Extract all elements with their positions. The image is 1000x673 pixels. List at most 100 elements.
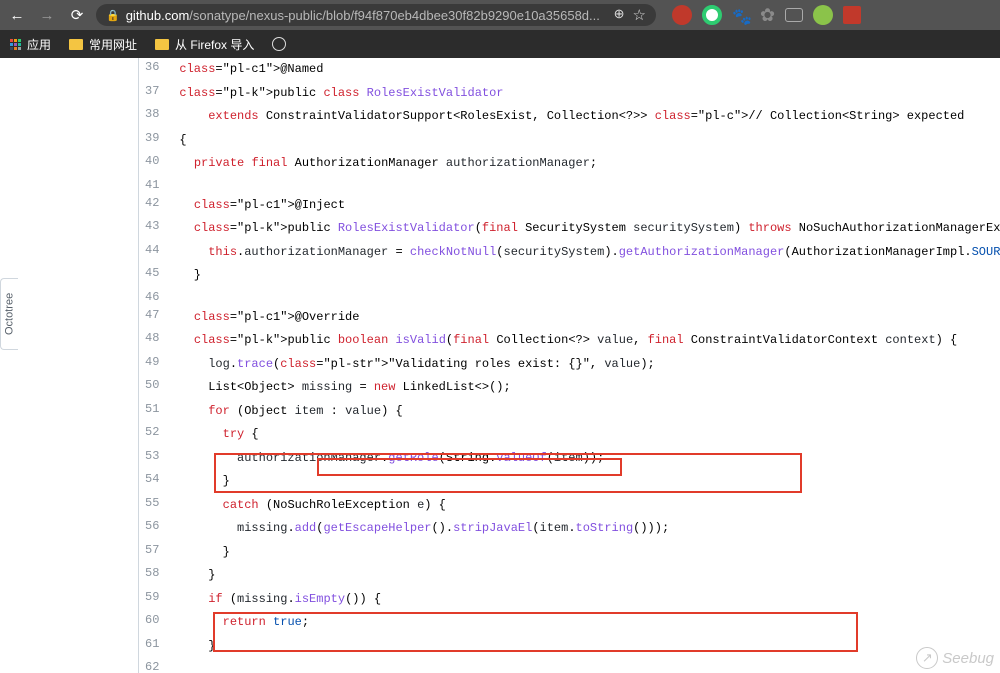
line-number[interactable]: 58 <box>139 564 169 588</box>
line-number[interactable]: 43 <box>139 217 169 241</box>
code-line: 60 return true; <box>139 611 1000 635</box>
code-view: 36class="pl-c1">@Named37 class="pl-k">pub… <box>138 58 1000 673</box>
line-code: for (Object item : value) { <box>169 400 1000 424</box>
code-line: 38 extends ConstraintValidatorSupport<Ro… <box>139 105 1000 129</box>
extension-icons: 🐾 ✿ <box>672 5 861 26</box>
line-code: class="pl-c1">@Override <box>169 306 1000 330</box>
line-number[interactable]: 45 <box>139 264 169 288</box>
code-line: 48 class="pl-k">public boolean isValid(f… <box>139 329 1000 353</box>
line-code: } <box>169 264 1000 288</box>
url-domain: github.com <box>126 8 190 23</box>
line-number[interactable]: 46 <box>139 288 169 306</box>
ext-icon-1[interactable] <box>672 5 692 25</box>
url-path: /sonatype/nexus-public/blob/f94f870eb4db… <box>189 8 600 23</box>
ext-icon-6[interactable] <box>813 5 833 25</box>
bookmark-globe[interactable] <box>272 37 286 51</box>
code-line: 42 class="pl-c1">@Inject <box>139 194 1000 218</box>
url-actions: ⊕ ☆ <box>614 6 646 24</box>
reload-icon[interactable]: ⟳ <box>66 6 88 24</box>
watermark-text: Seebug <box>942 650 994 667</box>
code-line: 52 try { <box>139 423 1000 447</box>
code-line: 56 missing.add(getEscapeHelper().stripJa… <box>139 517 1000 541</box>
bookmark-folder-firefox[interactable]: 从 Firefox 导入 <box>155 36 254 53</box>
ext-icon-2[interactable] <box>702 5 722 25</box>
line-number[interactable]: 48 <box>139 329 169 353</box>
code-line: 47 class="pl-c1">@Override <box>139 306 1000 330</box>
line-number[interactable]: 54 <box>139 470 169 494</box>
bookmark-apps[interactable]: 应用 <box>10 36 51 53</box>
url-bar[interactable]: 🔒 github.com/sonatype/nexus-public/blob/… <box>96 4 656 26</box>
line-code: } <box>169 564 1000 588</box>
code-line: 39{ <box>139 129 1000 153</box>
line-number[interactable]: 44 <box>139 241 169 265</box>
code-line: 53 authorizationManager.getRole(String.v… <box>139 447 1000 471</box>
line-number[interactable]: 36 <box>139 58 169 82</box>
line-number[interactable]: 47 <box>139 306 169 330</box>
code-table: 36class="pl-c1">@Named37 class="pl-k">pub… <box>139 58 1000 673</box>
line-number[interactable]: 49 <box>139 353 169 377</box>
line-number[interactable]: 41 <box>139 176 169 194</box>
ext-icon-3[interactable]: 🐾 <box>732 7 750 23</box>
line-number[interactable]: 53 <box>139 447 169 471</box>
line-number[interactable]: 60 <box>139 611 169 635</box>
watermark: ↗ Seebug <box>916 647 994 669</box>
bookmark-star-icon[interactable]: ☆ <box>633 6 646 24</box>
code-line: 45 } <box>139 264 1000 288</box>
line-code: List<Object> missing = new LinkedList<>(… <box>169 376 1000 400</box>
code-line: 51 for (Object item : value) { <box>139 400 1000 424</box>
line-code <box>169 176 1000 194</box>
code-line: 36class="pl-c1">@Named <box>139 58 1000 82</box>
code-line: 59 if (missing.isEmpty()) { <box>139 588 1000 612</box>
line-number[interactable]: 55 <box>139 494 169 518</box>
globe-icon <box>272 37 286 51</box>
line-number[interactable]: 62 <box>139 658 169 673</box>
watermark-icon: ↗ <box>916 647 938 669</box>
ext-icon-5[interactable] <box>785 8 803 22</box>
code-line: 61 } <box>139 635 1000 659</box>
octotree-toggle[interactable]: Octotree <box>0 278 18 350</box>
line-number[interactable]: 57 <box>139 541 169 565</box>
code-line: 55 catch (NoSuchRoleException e) { <box>139 494 1000 518</box>
line-number[interactable]: 38 <box>139 105 169 129</box>
line-code: catch (NoSuchRoleException e) { <box>169 494 1000 518</box>
code-line: 43 class="pl-k">public RolesExistValidat… <box>139 217 1000 241</box>
line-number[interactable]: 39 <box>139 129 169 153</box>
line-code: this.authorizationManager = checkNotNull… <box>169 241 1000 265</box>
ext-icon-4[interactable]: ✿ <box>760 5 775 26</box>
line-code <box>169 288 1000 306</box>
line-number[interactable]: 40 <box>139 152 169 176</box>
line-code <box>169 658 1000 673</box>
forward-icon[interactable]: → <box>36 7 58 24</box>
line-code: if (missing.isEmpty()) { <box>169 588 1000 612</box>
line-number[interactable]: 56 <box>139 517 169 541</box>
line-code: { <box>169 129 1000 153</box>
folder-icon <box>69 39 83 50</box>
line-number[interactable]: 61 <box>139 635 169 659</box>
bookmark-folder-common[interactable]: 常用网址 <box>69 36 137 53</box>
code-line: 57 } <box>139 541 1000 565</box>
code-line: 50 List<Object> missing = new LinkedList… <box>139 376 1000 400</box>
line-number[interactable]: 42 <box>139 194 169 218</box>
browser-chrome: ← → ⟳ 🔒 github.com/sonatype/nexus-public… <box>0 0 1000 30</box>
line-code: } <box>169 470 1000 494</box>
line-code: class="pl-c1">@Named <box>169 58 1000 82</box>
code-line: 54 } <box>139 470 1000 494</box>
line-number[interactable]: 52 <box>139 423 169 447</box>
code-line: 62 <box>139 658 1000 673</box>
line-number[interactable]: 59 <box>139 588 169 612</box>
line-number[interactable]: 50 <box>139 376 169 400</box>
apps-grid-icon <box>10 39 21 50</box>
ext-icon-7[interactable] <box>843 6 861 24</box>
code-line: 40 private final AuthorizationManager au… <box>139 152 1000 176</box>
line-number[interactable]: 37 <box>139 82 169 106</box>
line-number[interactable]: 51 <box>139 400 169 424</box>
line-code: private final AuthorizationManager autho… <box>169 152 1000 176</box>
line-code: log.trace(class="pl-str">"Validating rol… <box>169 353 1000 377</box>
bookmark-firefox-label: 从 Firefox 导入 <box>175 36 254 53</box>
line-code: class="pl-k">public boolean isValid(fina… <box>169 329 1000 353</box>
line-code: authorizationManager.getRole(String.valu… <box>169 447 1000 471</box>
back-icon[interactable]: ← <box>6 7 28 24</box>
translate-icon[interactable]: ⊕ <box>614 6 625 24</box>
line-code: return true; <box>169 611 1000 635</box>
line-code: class="pl-k">public RolesExistValidator(… <box>169 217 1000 241</box>
